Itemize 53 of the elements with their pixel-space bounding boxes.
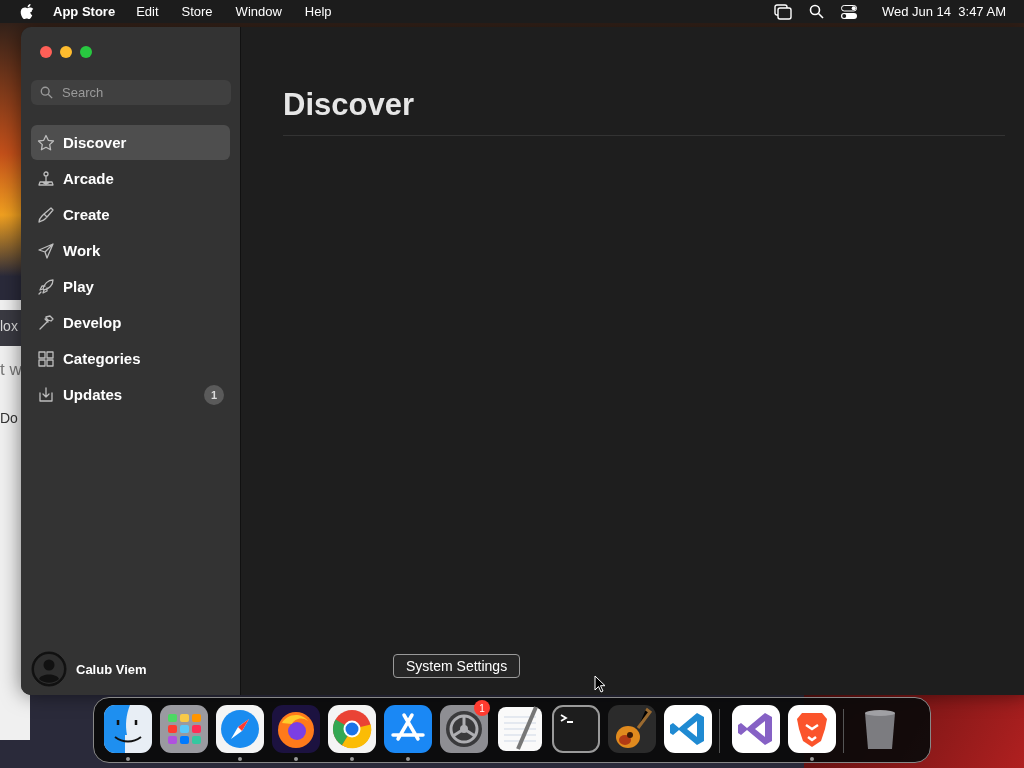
safari-app-icon[interactable] xyxy=(216,705,264,753)
settings-app-icon[interactable] xyxy=(440,705,488,753)
menu-bar-clock: Wed Jun 14 3:47 AM xyxy=(881,4,1006,19)
sidebar-item[interactable]: Play xyxy=(31,269,230,304)
grid-icon xyxy=(37,349,55,368)
sidebar-item[interactable]: Arcade xyxy=(31,161,230,196)
account-name[interactable]: Calub Viem xyxy=(76,661,147,677)
download-icon xyxy=(37,385,55,404)
firefox-app-icon[interactable] xyxy=(272,705,320,753)
search-icon[interactable] xyxy=(808,4,824,19)
sidebar-item[interactable]: Updates 1 xyxy=(31,377,230,412)
search-icon xyxy=(40,86,53,99)
sidebar-item[interactable]: Create xyxy=(31,197,230,232)
notification-badge: 1 xyxy=(474,700,490,716)
windows-icon[interactable] xyxy=(773,3,792,20)
menu-item[interactable]: Store xyxy=(181,4,213,19)
menu-item[interactable]: Window xyxy=(235,4,282,19)
rocket-icon xyxy=(37,277,55,296)
minimize-button[interactable] xyxy=(60,46,72,58)
joystick-icon xyxy=(37,169,55,188)
appstore-app-icon[interactable] xyxy=(384,705,432,753)
cursor-icon xyxy=(594,675,606,693)
plane-icon xyxy=(37,241,55,260)
chrome-app-icon[interactable] xyxy=(328,705,376,753)
menu-item[interactable]: Help xyxy=(304,4,332,19)
control-center-icon[interactable] xyxy=(840,4,857,19)
brush-icon xyxy=(37,205,55,224)
terminal-app-icon[interactable] xyxy=(552,705,600,753)
menu-app-name[interactable]: App Store xyxy=(53,4,116,19)
sidebar-item[interactable]: Categories xyxy=(31,341,230,376)
menu-item[interactable]: Edit xyxy=(136,4,159,19)
background-window-text: t w xyxy=(0,360,22,380)
background-window-text: Do xyxy=(0,410,18,426)
visualstudio-app-icon[interactable] xyxy=(732,705,780,753)
close-button[interactable] xyxy=(40,46,52,58)
tooltip: System Settings xyxy=(393,654,521,678)
background-window-text: lox xyxy=(0,318,18,334)
vscode-app-icon[interactable] xyxy=(664,705,712,753)
zoom-button[interactable] xyxy=(80,46,92,58)
launchpad-app-icon[interactable] xyxy=(160,705,208,753)
sidebar-item[interactable]: Discover xyxy=(31,125,230,160)
hammer-icon xyxy=(37,313,55,332)
star-icon xyxy=(37,133,55,152)
sidebar-item[interactable]: Develop xyxy=(31,305,230,340)
guitar-app-icon[interactable] xyxy=(608,705,656,753)
apple-icon[interactable] xyxy=(20,3,34,20)
page-title: Discover xyxy=(283,87,415,123)
brave-app-icon[interactable] xyxy=(788,705,836,753)
textedit-app-icon[interactable] xyxy=(496,705,544,753)
search-field[interactable]: Search xyxy=(31,80,231,105)
sidebar-item[interactable]: Work xyxy=(31,233,230,268)
finder-app-icon[interactable] xyxy=(104,705,152,753)
update-count-badge: 1 xyxy=(204,384,224,405)
